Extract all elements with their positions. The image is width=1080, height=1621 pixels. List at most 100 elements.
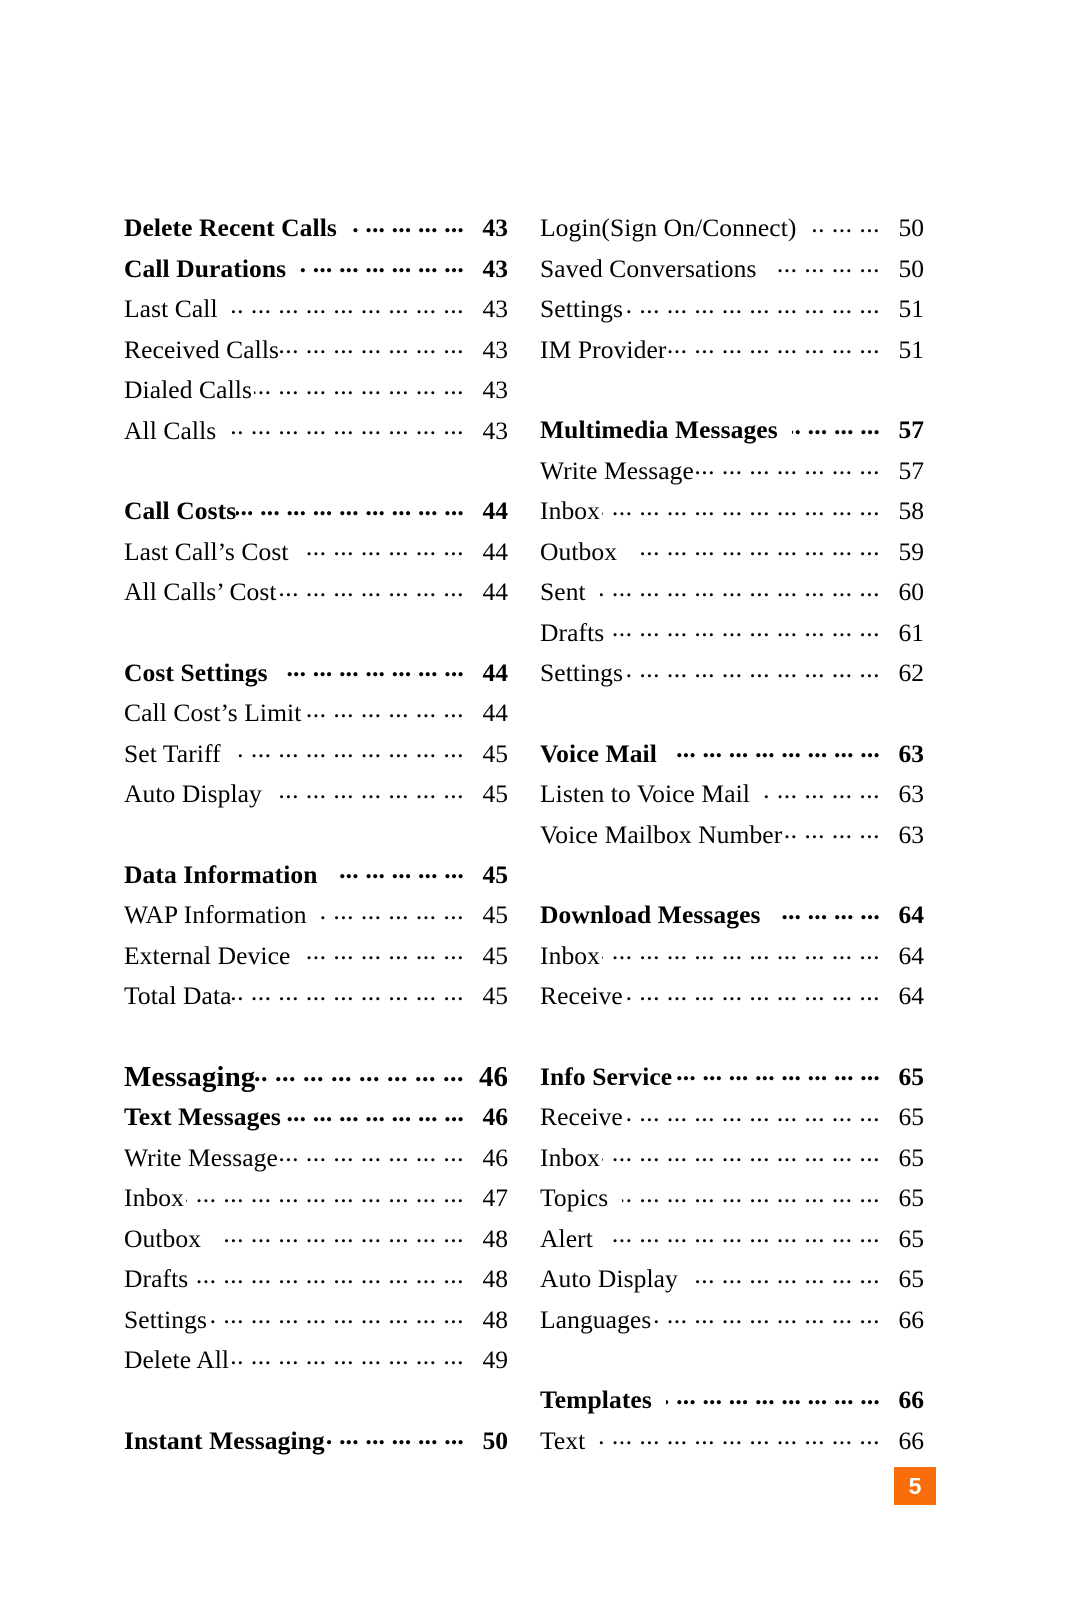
toc-entry-page-number: 65 (898, 1183, 925, 1212)
toc-entry[interactable]: Saved Conversations 50 (540, 249, 924, 290)
toc-entry-page-number: 59 (898, 536, 925, 566)
toc-entry[interactable]: Voice Mail 63 (540, 734, 924, 775)
dot-leader (304, 948, 464, 964)
toc-entry[interactable]: All Calls 43 (124, 411, 508, 452)
dot-leader (631, 544, 880, 560)
toc-entry[interactable]: Topics 65 (540, 1178, 924, 1219)
toc-entry[interactable]: Voice Mailbox Number 63 (540, 815, 924, 856)
toc-entry[interactable]: Data Information 45 (124, 855, 508, 896)
dot-leader (810, 220, 880, 236)
toc-entry[interactable]: Write Message 57 (540, 451, 924, 492)
toc-entry[interactable]: Sent 60 (540, 572, 924, 613)
toc-entry-label: Inbox (540, 940, 600, 970)
dot-leader (771, 261, 881, 277)
toc-entry[interactable]: Call Durations 43 (124, 249, 508, 290)
toc-entry-label: Inbox (540, 1142, 600, 1172)
toc-entry[interactable]: Set Tariff 45 (124, 734, 508, 775)
toc-entry[interactable]: Drafts 48 (124, 1259, 508, 1300)
dot-leader (625, 301, 880, 317)
dot-leader (775, 907, 880, 923)
toc-entry[interactable]: Settings 51 (540, 289, 924, 330)
toc-entry[interactable]: WAP Information 45 (124, 895, 508, 936)
toc-entry[interactable]: Last Call 43 (124, 289, 508, 330)
dot-leader (231, 1352, 464, 1368)
dot-leader (599, 1433, 880, 1449)
toc-entry[interactable]: Listen to Voice Mail 63 (540, 774, 924, 815)
toc-entry-page-number: 51 (898, 294, 925, 323)
toc-entry-page-number: 44 (482, 657, 509, 687)
toc-entry-label: Total Data (124, 981, 232, 1010)
toc-entry-label: Received Calls (124, 334, 280, 364)
toc-entry[interactable]: Text 66 (540, 1421, 924, 1462)
toc-entry[interactable]: Info Service 65 (540, 1057, 924, 1098)
toc-entry-page-number: 48 (482, 1304, 509, 1334)
dot-leader (254, 382, 464, 398)
toc-entry[interactable]: Call Cost’s Limit 44 (124, 693, 508, 734)
toc-entry[interactable]: External Device 45 (124, 936, 508, 977)
dot-leader (671, 746, 880, 762)
toc-entry-page-number: 44 (482, 496, 509, 525)
toc-entry[interactable]: Dialed Calls 43 (124, 370, 508, 411)
toc-entry-label: Drafts (124, 1264, 189, 1293)
toc-entry[interactable]: Write Message 46 (124, 1138, 508, 1179)
dot-leader (321, 907, 464, 923)
toc-entry[interactable]: Outbox 59 (540, 532, 924, 573)
dot-leader (232, 988, 464, 1004)
toc-entry[interactable]: Inbox 65 (540, 1138, 924, 1179)
toc-entry[interactable]: Inbox 64 (540, 936, 924, 977)
toc-entry[interactable]: Last Call’s Cost 44 (124, 532, 508, 573)
toc-entry-label: Settings (540, 658, 623, 687)
toc-entry-label: Call Cost’s Limit (124, 698, 302, 727)
dot-leader (668, 342, 880, 358)
dot-leader (282, 665, 464, 681)
dot-leader (236, 503, 464, 519)
toc-entry[interactable]: Delete All 49 (124, 1340, 508, 1381)
toc-entry[interactable]: Delete Recent Calls 43 (124, 208, 508, 249)
toc-entry[interactable]: Multimedia Messages 57 (540, 410, 924, 451)
toc-entry[interactable]: Outbox 48 (124, 1219, 508, 1260)
toc-entry[interactable]: Inbox 58 (540, 491, 924, 532)
toc-entry[interactable]: Call Costs 44 (124, 491, 508, 532)
toc-entry-page-number: 57 (898, 415, 925, 444)
dot-leader (602, 948, 880, 964)
toc-entry[interactable]: Login(Sign On/Connect) 50 (540, 208, 924, 249)
toc-entry-label: Write Message (124, 1142, 278, 1172)
toc-entry[interactable]: Settings 48 (124, 1300, 508, 1341)
toc-entry[interactable]: Text Messages 46 (124, 1097, 508, 1138)
toc-entry[interactable]: Drafts 61 (540, 613, 924, 654)
dot-leader (235, 746, 464, 762)
toc-entry-label: All Calls’ Cost (124, 577, 277, 606)
toc-entry-page-number: 65 (898, 1102, 925, 1131)
toc-entry[interactable]: Download Messages 64 (540, 895, 924, 936)
toc-entry[interactable]: Receive 64 (540, 976, 924, 1017)
toc-entry[interactable]: Languages 66 (540, 1300, 924, 1341)
toc-entry[interactable]: Instant Messaging 50 (124, 1421, 508, 1462)
toc-entry-label: Call Costs (124, 496, 237, 525)
dot-leader (602, 503, 880, 519)
toc-entry[interactable]: Received Calls 43 (124, 330, 508, 371)
toc-entry-label: Delete All (124, 1345, 230, 1374)
toc-entry[interactable]: Total Data 45 (124, 976, 508, 1017)
toc-entry[interactable]: Alert 65 (540, 1219, 924, 1260)
toc-entry-page-number: 63 (898, 819, 925, 849)
toc-entry[interactable]: Settings 62 (540, 653, 924, 694)
toc-entry[interactable]: Auto Display 65 (540, 1259, 924, 1300)
toc-entry[interactable]: Messaging 46 (124, 1057, 508, 1098)
toc-entry-label: Voice Mail (540, 738, 657, 768)
dot-leader (625, 665, 880, 681)
toc-entry[interactable]: Cost Settings 44 (124, 653, 508, 694)
toc-entry-label: Settings (540, 294, 623, 323)
toc-entry[interactable]: Templates 66 (540, 1380, 924, 1421)
toc-entry-page-number: 48 (482, 1223, 509, 1253)
toc-entry[interactable]: All Calls’ Cost 44 (124, 572, 508, 613)
toc-entry-page-number: 45 (482, 738, 509, 768)
dot-leader (303, 544, 464, 560)
toc-entry-label: Auto Display (124, 779, 262, 808)
toc-entry-label: Text Messages (124, 1102, 281, 1131)
toc-entry[interactable]: Auto Display 45 (124, 774, 508, 815)
toc-entry[interactable]: IM Provider 51 (540, 330, 924, 371)
toc-entry[interactable]: Receive 65 (540, 1097, 924, 1138)
toc-entry-label: Settings (124, 1304, 207, 1334)
toc-entry[interactable]: Inbox 47 (124, 1178, 508, 1219)
dot-leader (279, 342, 464, 358)
